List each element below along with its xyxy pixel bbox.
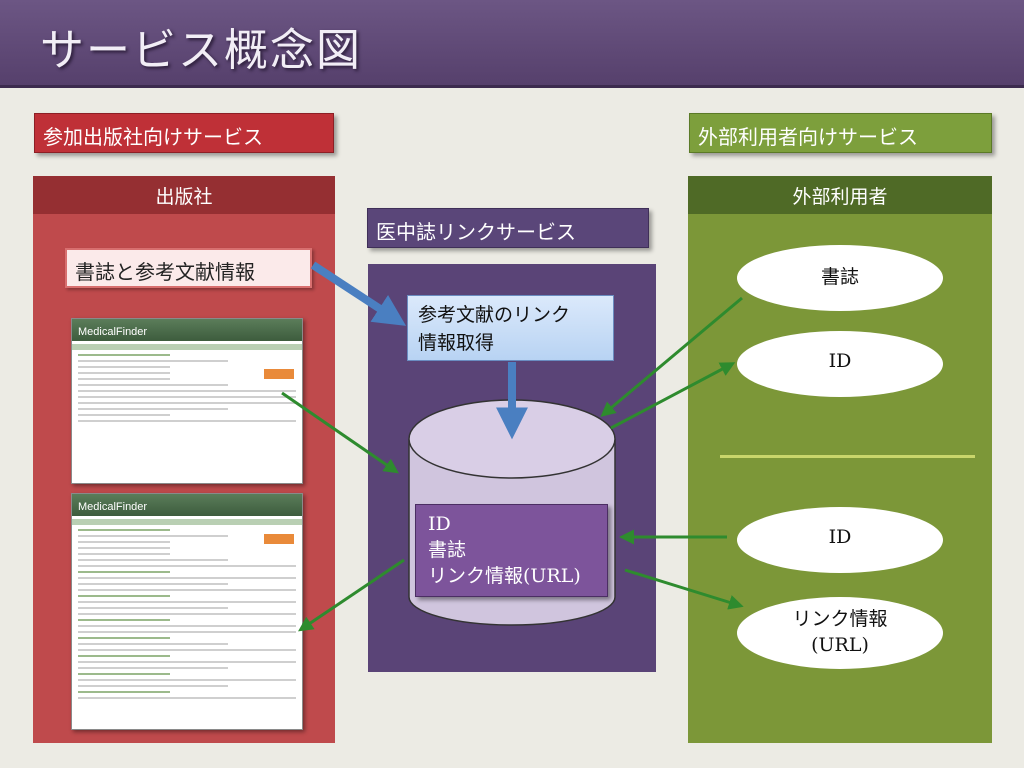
external-item-id-top: ID [737,331,943,397]
database-content-box: ID 書誌 リンク情報(URL) [415,504,608,597]
arrow-ref-to-fetch [310,261,407,326]
external-item-id-bottom: ID [737,507,943,573]
arrow-db-to-id [610,362,736,430]
fetch-reference-link-box: 参考文献のリンク 情報取得 [407,295,614,361]
db-line-shoshi: 書誌 [428,539,467,561]
external-item-bibliography: 書誌 [737,245,943,311]
arrow-db-to-shot2 [298,558,405,632]
fetch-box-line2: 情報取得 [418,332,495,354]
arrow-shot1-to-db [281,391,399,474]
external-divider [720,455,975,458]
arrow-db-to-link [624,568,744,610]
db-line-id: ID [428,513,451,535]
fetch-box-line1: 参考文献のリンク [418,304,571,326]
external-item-link-info: リンク情報 (URL) [737,597,943,669]
db-line-link: リンク情報(URL) [428,565,581,587]
link-info-line2: (URL) [811,634,869,656]
link-info-line1: リンク情報 [792,608,888,630]
